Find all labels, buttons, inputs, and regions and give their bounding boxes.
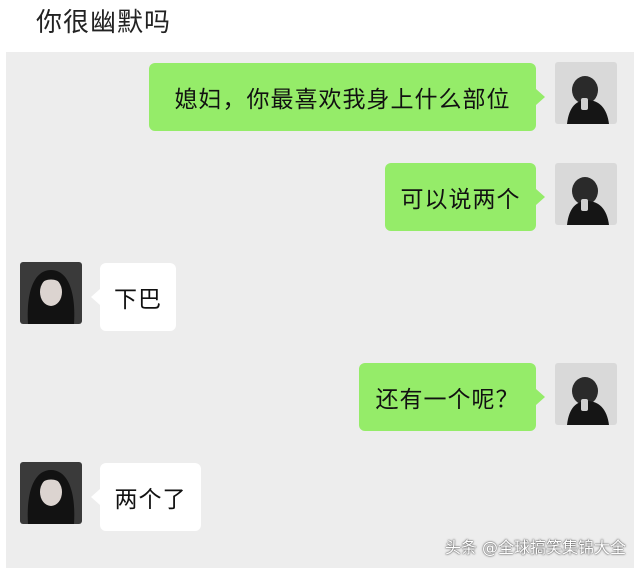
- watermark: 头条 @全球搞笑集锦大全: [444, 538, 626, 557]
- bubble-tail: [536, 89, 545, 105]
- contact-avatar[interactable]: [20, 462, 82, 524]
- bubble-tail: [536, 389, 545, 405]
- message-bubble-received[interactable]: 下巴: [100, 263, 176, 331]
- message-bubble-sent[interactable]: 可以说两个: [385, 163, 536, 231]
- message-text: 还有一个呢？: [375, 387, 520, 413]
- contact-avatar-icon: [20, 262, 82, 324]
- message-text: 可以说两个: [400, 187, 521, 213]
- bubble-tail: [91, 489, 100, 505]
- message-bubble-sent[interactable]: 媳妇，你最喜欢我身上什么部位: [149, 63, 536, 131]
- contact-avatar[interactable]: [20, 262, 82, 324]
- bubble-tail: [536, 189, 545, 205]
- bubble-tail: [91, 289, 100, 305]
- user-avatar-icon: [555, 363, 617, 425]
- message-text: 两个了: [114, 487, 187, 513]
- message-bubble-received[interactable]: 两个了: [100, 463, 201, 531]
- message-bubble-sent[interactable]: 还有一个呢？: [359, 363, 536, 431]
- contact-avatar-icon: [20, 462, 82, 524]
- chat-title: 你很幽默吗: [36, 8, 172, 38]
- user-avatar-icon: [555, 163, 617, 225]
- chat-area[interactable]: 媳妇，你最喜欢我身上什么部位 可以说两个 下巴 还有一个呢？ 两个了: [6, 52, 634, 568]
- message-text: 媳妇，你最喜欢我身上什么部位: [174, 87, 511, 113]
- my-avatar[interactable]: [555, 363, 617, 425]
- message-text: 下巴: [114, 287, 162, 313]
- my-avatar[interactable]: [555, 163, 617, 225]
- my-avatar[interactable]: [555, 62, 617, 124]
- user-avatar-icon: [555, 62, 617, 124]
